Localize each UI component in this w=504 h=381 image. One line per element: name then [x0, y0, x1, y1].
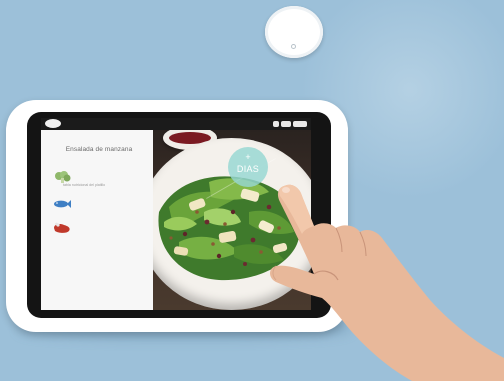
days-label: DIAS [236, 164, 260, 174]
fish-icon[interactable] [53, 199, 71, 209]
battery-icon [293, 121, 307, 127]
meat-icon[interactable] [52, 222, 72, 234]
sensor-indicator-dot [291, 44, 296, 49]
ceiling-sensor-device [265, 6, 323, 58]
add-days-button[interactable]: + DIAS [228, 147, 268, 187]
wifi-icon [273, 121, 279, 127]
recipe-title: Ensalada de manzana [65, 146, 133, 153]
broccoli-icon[interactable] [53, 171, 71, 183]
recipe-sidebar: Ensalada de manzana tabla nutricional de… [41, 130, 153, 310]
status-icons [273, 120, 307, 128]
nutrition-info-text[interactable]: tabla nutricional del platillo [63, 183, 105, 187]
cloud-logo-icon [45, 119, 61, 128]
status-bar [41, 118, 311, 130]
plus-icon: + [245, 152, 251, 162]
hand-illustration [270, 184, 504, 381]
signal-icon [281, 121, 291, 127]
